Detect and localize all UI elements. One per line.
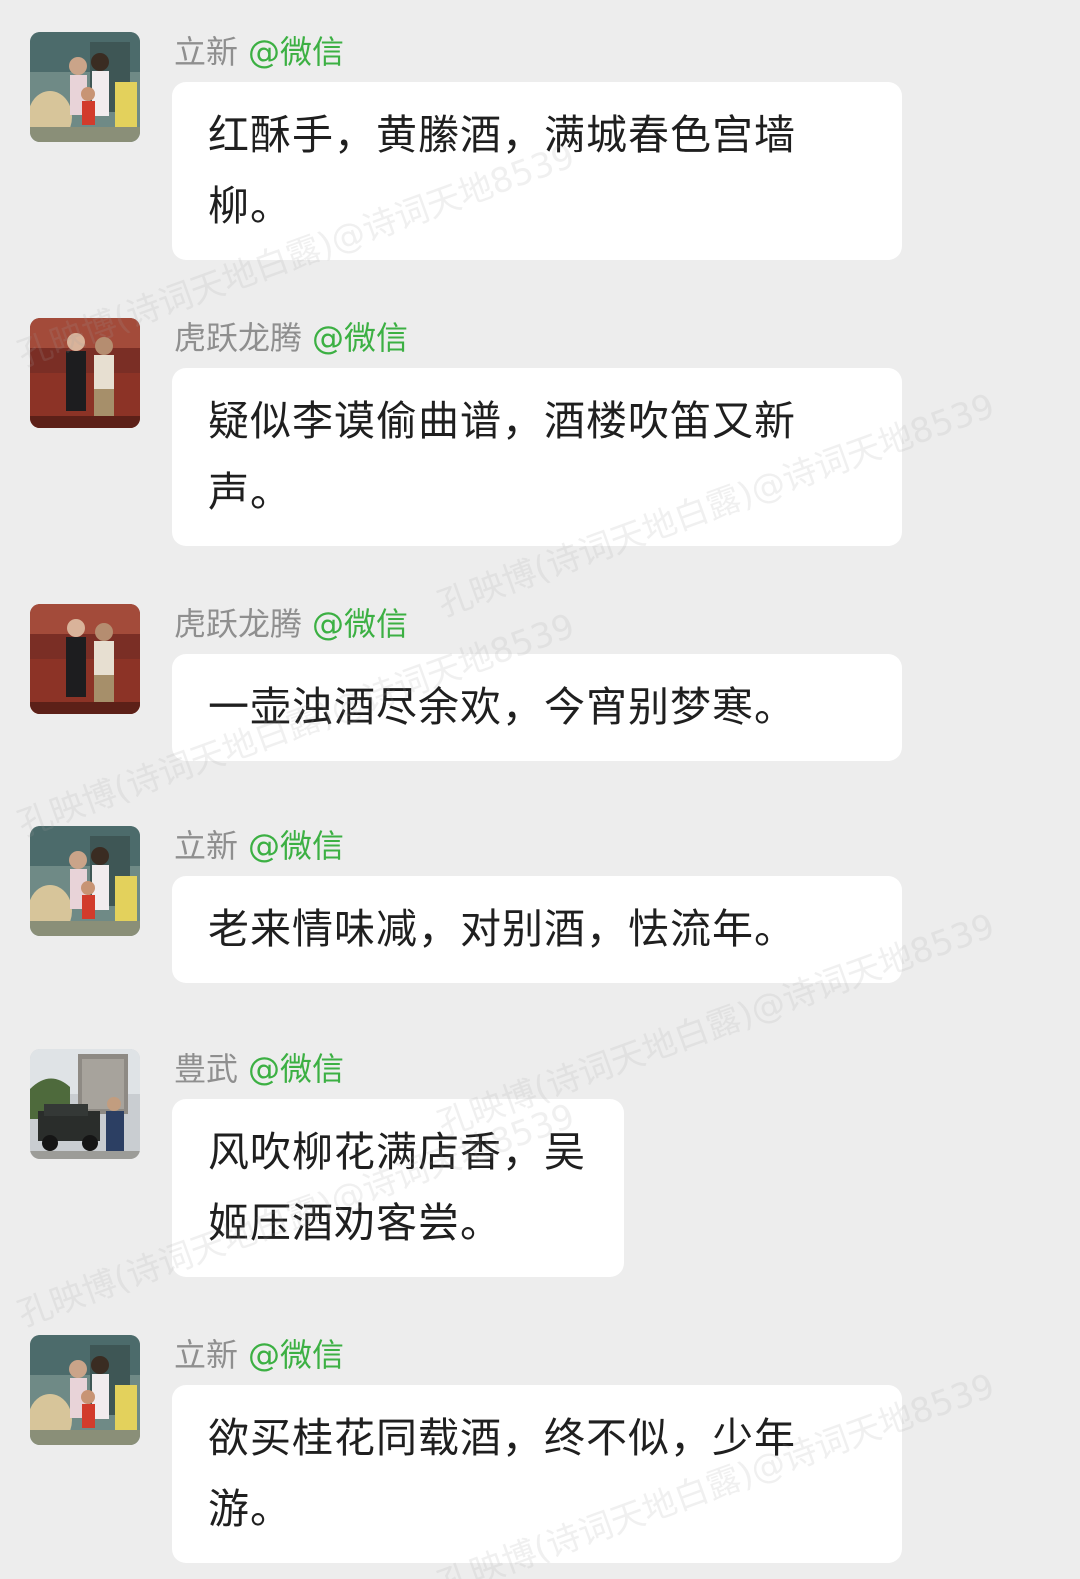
- sender-name[interactable]: 立新: [174, 827, 238, 865]
- sender-avatar-image[interactable]: [30, 604, 140, 714]
- sender-name[interactable]: 虎跃龙腾: [174, 605, 302, 643]
- message-bubble[interactable]: 老来情味减，对别酒，怯流年。: [172, 876, 902, 983]
- sender-line: 立新 @微信: [174, 1335, 344, 1375]
- sender-avatar-image[interactable]: [30, 826, 140, 936]
- sender-source-tag: @微信: [312, 319, 409, 357]
- sender-name[interactable]: 立新: [174, 1336, 238, 1374]
- sender-line: 虎跃龙腾 @微信: [174, 318, 408, 358]
- message-bubble[interactable]: 疑似李谟偷曲谱，酒楼吹笛又新声。: [172, 368, 902, 546]
- sender-line: 虎跃龙腾 @微信: [174, 604, 408, 644]
- sender-source-tag: @微信: [312, 605, 409, 643]
- sender-line: 豊武 @微信: [174, 1049, 344, 1089]
- sender-line: 立新 @微信: [174, 826, 344, 866]
- sender-name[interactable]: 虎跃龙腾: [174, 319, 302, 357]
- sender-avatar-image[interactable]: [30, 1049, 140, 1159]
- sender-source-tag: @微信: [248, 1050, 345, 1088]
- sender-avatar-image[interactable]: [30, 32, 140, 142]
- sender-source-tag: @微信: [248, 1336, 345, 1374]
- message-bubble[interactable]: 一壶浊酒尽余欢，今宵别梦寒。: [172, 654, 902, 761]
- sender-source-tag: @微信: [248, 827, 345, 865]
- sender-line: 立新 @微信: [174, 32, 344, 72]
- sender-source-tag: @微信: [248, 33, 345, 71]
- sender-avatar-image[interactable]: [30, 318, 140, 428]
- message-bubble[interactable]: 欲买桂花同载酒，终不似，少年游。: [172, 1385, 902, 1563]
- sender-name[interactable]: 立新: [174, 33, 238, 71]
- message-bubble[interactable]: 风吹柳花满店香，吴姬压酒劝客尝。: [172, 1099, 624, 1277]
- chat-message-list[interactable]: 立新 @微信 红酥手，黄縢酒，满城春色宫墙柳。 虎跃龙腾 @微信 疑似李谟偷曲谱，酒…: [0, 0, 1080, 1579]
- sender-name[interactable]: 豊武: [174, 1050, 238, 1088]
- sender-avatar-image[interactable]: [30, 1335, 140, 1445]
- message-bubble[interactable]: 红酥手，黄縢酒，满城春色宫墙柳。: [172, 82, 902, 260]
